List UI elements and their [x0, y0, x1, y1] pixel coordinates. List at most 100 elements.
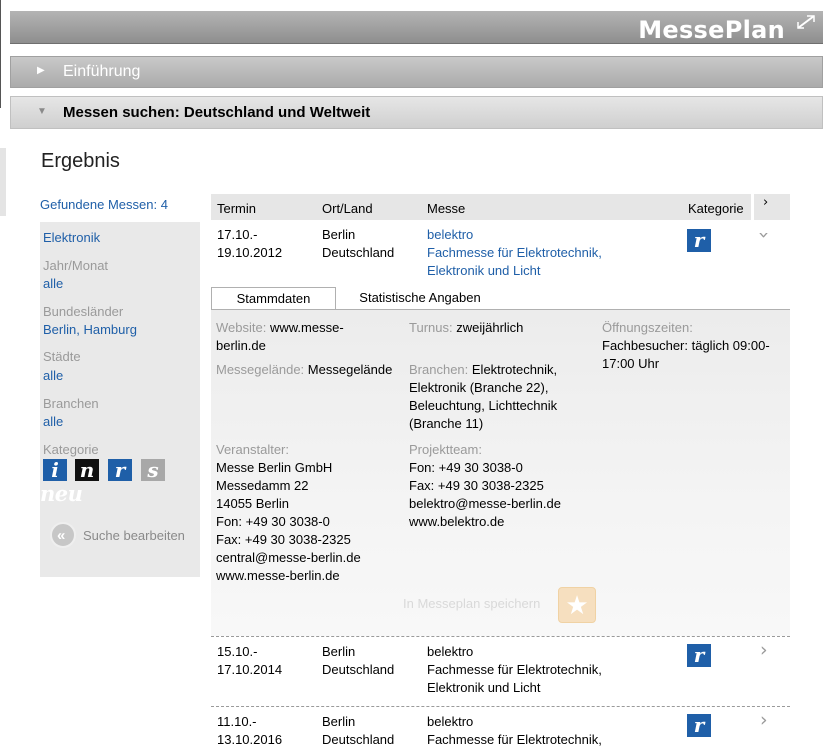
category-r-icon[interactable]: r — [108, 459, 132, 481]
row-fair-desc[interactable]: Fachmesse für Elektrotechnik, — [427, 661, 602, 679]
turnus-value: zweijährlich — [456, 320, 524, 335]
table-row[interactable]: 17.10.- 19.10.2012 Berlin Deutschland be… — [211, 226, 790, 281]
expand-icon[interactable] — [795, 13, 817, 31]
row-fair-desc[interactable]: Fachmesse für Elektrotechnik, — [427, 244, 602, 262]
new-badge[interactable]: neu — [40, 481, 83, 506]
category-s-icon[interactable]: s — [141, 459, 165, 481]
detail-panel: Website: www.messe- berlin.de Turnus: zw… — [211, 310, 790, 636]
tab-statistische-angaben[interactable]: Statistische Angaben — [340, 287, 500, 309]
filter-topic[interactable]: Elektronik — [43, 230, 100, 245]
organizer-email[interactable]: central@messe-berlin.de — [216, 549, 361, 567]
venue-line: Messegelände: Messegelände — [216, 361, 392, 379]
turnus-line: Turnus: zweijährlich — [409, 319, 523, 337]
organizer-label: Veranstalter: — [216, 442, 289, 457]
organizer-line: 14055 Berlin — [216, 496, 289, 511]
row-fair-desc[interactable]: Fachmesse für Elektrotechnik, — [427, 731, 602, 747]
venue-value: Messegelände — [307, 362, 393, 377]
row-date-start: 15.10.- — [217, 644, 258, 659]
row-separator — [211, 636, 790, 637]
category-r-icon: r — [687, 714, 711, 737]
hours-value-2: 17:00 Uhr — [602, 356, 660, 371]
row-fair-desc-2[interactable]: Elektronik und Licht — [427, 262, 540, 280]
filter-branches-label: Branchen — [43, 396, 99, 411]
table-header: Termin Ort/Land Messe Kategorie — [211, 194, 751, 220]
expanded-triangle-icon: ▼ — [37, 106, 47, 117]
team-line: Fon: +49 30 3038-0 — [409, 460, 523, 475]
row-fair-desc-2[interactable]: Elektronik und Licht — [427, 679, 540, 697]
team-website[interactable]: www.belektro.de — [409, 513, 504, 531]
section-intro[interactable]: ▶ Einführung — [10, 56, 823, 88]
window-edge — [0, 0, 1, 108]
filter-branches-value[interactable]: alle — [43, 414, 63, 429]
organizer-website[interactable]: www.messe-berlin.de — [216, 567, 340, 585]
edit-search-button[interactable]: « Suche bearbeiten — [50, 522, 200, 552]
filter-states-label: Bundesländer — [43, 304, 124, 319]
page-title: Ergebnis — [41, 150, 120, 172]
row-fair-name[interactable]: belektro — [427, 643, 473, 661]
col-date-header[interactable]: Termin — [217, 201, 256, 216]
table-row[interactable]: 15.10.- 17.10.2014 Berlin Deutschland be… — [211, 639, 790, 699]
branches-value-2: Elektronik (Branche 22), — [409, 380, 549, 395]
edit-search-label: Suche bearbeiten — [83, 528, 185, 543]
table-header-nav: › — [754, 194, 790, 220]
team-label: Projektteam: — [409, 442, 482, 457]
website-value-2[interactable]: berlin.de — [216, 337, 266, 355]
category-r-icon: r — [687, 644, 711, 667]
turnus-label: Turnus: — [409, 320, 453, 335]
row-fair-name[interactable]: belektro — [427, 226, 473, 244]
row-city: Berlin — [322, 227, 356, 242]
save-to-plan-label[interactable]: In Messeplan speichern — [403, 596, 540, 611]
website-value[interactable]: www.messe- — [270, 320, 344, 335]
organizer-line: Messe Berlin GmbH — [216, 460, 333, 475]
filter-cities-value[interactable]: alle — [43, 368, 63, 383]
col-place-header[interactable]: Ort/Land — [322, 201, 373, 216]
found-count: Gefundene Messen: 4 — [40, 197, 168, 212]
chevron-right-icon[interactable]: › — [760, 709, 768, 731]
organizer-line: Fon: +49 30 3038-0 — [216, 514, 330, 529]
col-fair-header[interactable]: Messe — [427, 201, 465, 216]
chevron-right-icon[interactable]: › — [763, 195, 768, 210]
row-country: Deutschland — [322, 245, 395, 260]
row-date-end: 19.10.2012 — [217, 245, 283, 260]
filter-cities-label: Städte — [43, 349, 81, 364]
row-city: Berlin — [322, 714, 356, 729]
col-category-header[interactable]: Kategorie — [688, 201, 744, 216]
row-country: Deutschland — [322, 732, 395, 747]
row-fair-name[interactable]: belektro — [427, 713, 473, 731]
branches-label: Branchen: — [409, 362, 469, 377]
top-header-bar: MessePlan — [10, 11, 823, 44]
window-edge-block — [0, 148, 6, 216]
category-n-icon[interactable]: n — [75, 459, 99, 481]
venue-label: Messegelände: — [216, 362, 305, 377]
filter-panel: Elektronik Jahr/Monat alle Bundesländer … — [40, 222, 200, 577]
section-intro-label: Einführung — [63, 63, 141, 80]
row-city: Berlin — [322, 644, 356, 659]
team-line: Fax: +49 30 3038-2325 — [409, 478, 544, 493]
team-email[interactable]: belektro@messe-berlin.de — [409, 495, 561, 513]
back-arrow-icon: « — [50, 522, 76, 548]
section-search-label: Messen suchen: Deutschland und Weltweit — [63, 104, 371, 121]
category-i-icon[interactable]: i — [43, 459, 67, 481]
collapsed-triangle-icon: ▶ — [37, 65, 45, 76]
row-date-end: 13.10.2016 — [217, 732, 283, 747]
website-line: Website: www.messe- — [216, 319, 344, 337]
star-icon[interactable]: ★ — [558, 587, 596, 623]
row-country: Deutschland — [322, 662, 395, 677]
chevron-right-icon[interactable]: › — [760, 639, 768, 661]
row-separator — [211, 706, 790, 707]
chevron-down-icon[interactable]: › — [753, 231, 775, 239]
category-r-icon: r — [687, 229, 711, 252]
hours-value: Fachbesucher: täglich 09:00- — [602, 338, 770, 353]
branches-value-4: (Branche 11) — [409, 416, 484, 431]
website-label: Website: — [216, 320, 267, 335]
row-date-start: 17.10.- — [217, 227, 258, 242]
filter-states-value[interactable]: Berlin, Hamburg — [43, 322, 137, 337]
table-row[interactable]: 11.10.- 13.10.2016 Berlin Deutschland be… — [211, 709, 790, 747]
tab-stammdaten[interactable]: Stammdaten — [211, 287, 336, 310]
row-date-end: 17.10.2014 — [217, 662, 283, 677]
filter-year-label: Jahr/Monat — [43, 258, 109, 273]
organizer-line: Messedamm 22 — [216, 478, 309, 493]
section-search[interactable]: ▼ Messen suchen: Deutschland und Weltwei… — [10, 96, 823, 129]
branches-value: Elektrotechnik, — [471, 362, 558, 377]
filter-year-value[interactable]: alle — [43, 276, 63, 291]
